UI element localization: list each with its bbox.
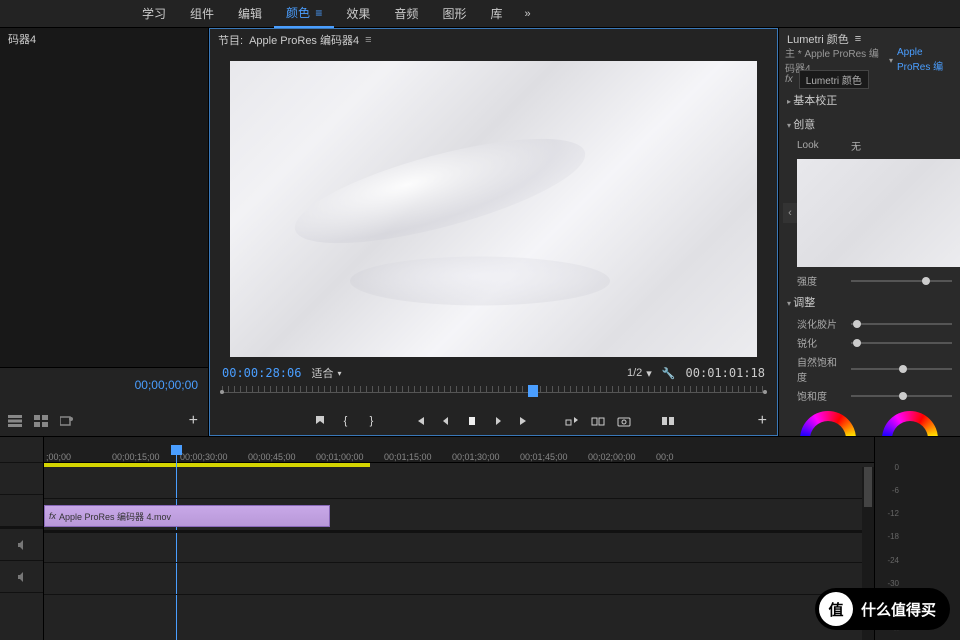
video-clip[interactable]: fx Apple ProRes 编码器 4.mov (44, 505, 330, 527)
section-adjust[interactable]: 调整 (779, 290, 960, 314)
faded-film-label: 淡化胶片 (797, 316, 845, 331)
tab-assembly[interactable]: 组件 (178, 0, 226, 28)
track-header-v2[interactable] (0, 463, 43, 495)
faded-film-slider[interactable] (851, 323, 952, 325)
comparison-view-icon[interactable] (660, 413, 676, 429)
extract-icon[interactable] (590, 413, 606, 429)
saturation-label: 饱和度 (797, 388, 845, 403)
total-timecode: 00:01:01:18 (686, 366, 765, 380)
tab-edit[interactable]: 编辑 (226, 0, 274, 28)
look-label: Look (797, 140, 845, 151)
track-a2[interactable] (44, 563, 874, 595)
section-basic-correction[interactable]: 基本校正 (779, 88, 960, 112)
tab-learn[interactable]: 学习 (130, 0, 178, 28)
panel-menu-icon[interactable]: ≡ (855, 33, 861, 45)
track-header-v1[interactable] (0, 495, 43, 527)
tab-graphics[interactable]: 图形 (430, 0, 478, 28)
timeline[interactable]: ;00;00 00;00;15;00 00;00;30;00 00;00;45;… (44, 437, 874, 640)
tab-audio[interactable]: 音频 (382, 0, 430, 28)
watermark: 值 什么值得买 (815, 588, 950, 630)
source-timecode[interactable]: 00;00;00;00 (135, 378, 198, 392)
watermark-badge: 值 (819, 592, 853, 626)
time-ruler[interactable]: ;00;00 00;00;15;00 00;00;30;00 00;00;45;… (44, 437, 874, 463)
marker-icon[interactable] (312, 413, 328, 429)
settings-icon[interactable]: 🔧 (662, 367, 676, 380)
track-a1[interactable] (44, 531, 874, 563)
export-frame-icon[interactable] (616, 413, 632, 429)
current-timecode[interactable]: 00:00:28:06 (222, 366, 301, 380)
clip-fx-badge: fx (49, 511, 56, 521)
scrub-bar[interactable] (210, 383, 777, 407)
step-back-icon[interactable] (438, 413, 454, 429)
button-editor[interactable]: + (758, 412, 767, 430)
zoom-dropdown[interactable]: 适合▾ (311, 365, 341, 381)
crumb-clip[interactable]: Apple ProRes 编 (897, 47, 954, 73)
track-header-a1[interactable] (0, 529, 43, 561)
program-title-prefix: 节目: (218, 32, 243, 48)
track-v2[interactable] (44, 467, 874, 499)
source-panel-title: 码器4 (0, 28, 208, 50)
workspace-tabs: 学习 组件 编辑 颜色 ≡ 效果 音频 图形 库 » (0, 0, 960, 28)
watermark-text: 什么值得买 (861, 599, 936, 620)
source-panel: 码器4 00;00;00;00 + (0, 28, 209, 436)
track-headers (0, 437, 44, 640)
highlight-tint-wheel[interactable] (882, 411, 938, 436)
tab-libraries[interactable]: 库 (478, 0, 514, 28)
out-point-icon[interactable]: } (364, 413, 380, 429)
saturation-slider[interactable] (851, 395, 952, 397)
vibrance-slider[interactable] (851, 368, 952, 370)
list-view-icon[interactable] (8, 415, 22, 430)
icon-view-icon[interactable] (34, 415, 48, 430)
resolution-dropdown[interactable]: 1/2▾ (627, 367, 652, 380)
look-preview: ‹ (797, 159, 960, 267)
play-icon[interactable] (464, 413, 480, 429)
section-creative[interactable]: 创意 (779, 112, 960, 136)
step-forward-icon[interactable] (490, 413, 506, 429)
go-to-in-icon[interactable] (412, 413, 428, 429)
panel-menu-icon[interactable]: ≡ (365, 34, 371, 46)
tab-color[interactable]: 颜色 ≡ (274, 0, 334, 28)
lift-icon[interactable] (564, 413, 580, 429)
vibrance-label: 自然饱和度 (797, 354, 845, 384)
track-header-a2[interactable] (0, 561, 43, 593)
freeform-view-icon[interactable] (60, 415, 74, 430)
effect-name[interactable]: Lumetri 颜色 (799, 70, 869, 89)
look-dropdown[interactable]: 无 (851, 138, 861, 153)
intensity-slider[interactable] (851, 280, 952, 282)
go-to-out-icon[interactable] (516, 413, 532, 429)
new-item-button[interactable]: + (189, 412, 198, 430)
program-title: Apple ProRes 编码器4 (249, 32, 359, 48)
clip-name: Apple ProRes 编码器 4.mov (59, 510, 171, 523)
tab-effects[interactable]: 效果 (334, 0, 382, 28)
video-frame (230, 61, 757, 357)
lumetri-panel: Lumetri 颜色≡ 主 * Apple ProRes 编码器4 ... ▾ … (778, 28, 960, 436)
sharpen-label: 锐化 (797, 335, 845, 350)
prev-look-button[interactable]: ‹ (783, 203, 797, 223)
transport-controls: { } + (210, 407, 777, 435)
fx-badge[interactable]: fx (785, 74, 793, 85)
program-viewer[interactable] (210, 51, 777, 363)
program-monitor: 节目: Apple ProRes 编码器4 ≡ 00:00:28:06 适合▾ … (209, 28, 778, 436)
tabs-overflow[interactable]: » (514, 8, 540, 20)
in-point-icon[interactable]: { (338, 413, 354, 429)
scrub-handle[interactable] (528, 385, 538, 397)
intensity-label: 强度 (797, 273, 845, 288)
sharpen-slider[interactable] (851, 342, 952, 344)
shadow-tint-wheel[interactable] (800, 411, 856, 436)
